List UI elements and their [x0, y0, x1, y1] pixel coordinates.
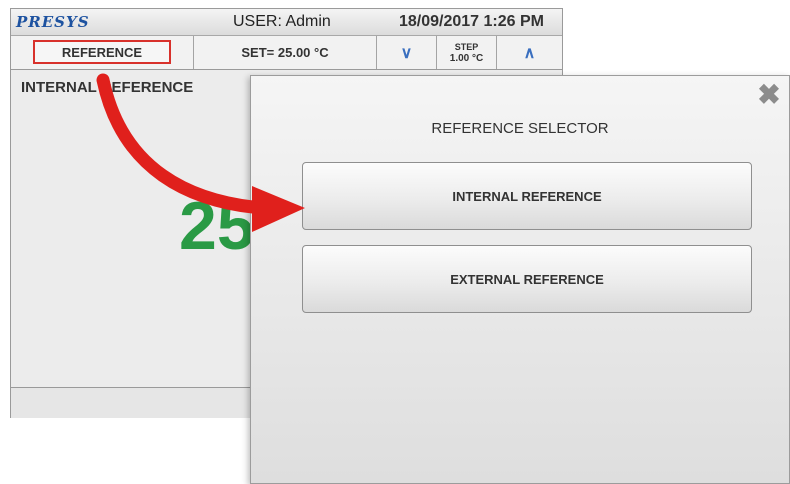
close-icon[interactable]: ✖	[756, 81, 782, 109]
external-reference-button[interactable]: EXTERNAL REFERENCE	[302, 245, 752, 313]
step-value: 1.00 °C	[449, 52, 484, 64]
mode-title: INTERNAL REFERENCE	[21, 79, 194, 96]
setpoint-button[interactable]: SET= 25.00 °C	[194, 36, 377, 69]
reference-selector-dialog: ✖ REFERENCE SELECTOR INTERNAL REFERENCE …	[250, 75, 790, 484]
dialog-title: REFERENCE SELECTOR	[431, 120, 609, 137]
status-bar: PRESYS USER: Admin 18/09/2017 1:26 PM	[11, 9, 562, 36]
reference-button[interactable]: REFERENCE	[33, 40, 171, 64]
step-button[interactable]: STEP 1.00 °C	[437, 36, 497, 69]
step-label: STEP	[454, 41, 479, 52]
setpoint-label: SET= 25.00 °C	[241, 45, 329, 60]
chevron-up-icon: ∧	[523, 44, 536, 62]
presys-logo: PRESYS	[16, 13, 90, 31]
internal-reference-button[interactable]: INTERNAL REFERENCE	[302, 162, 752, 230]
date-time: 18/09/2017 1:26 PM	[399, 13, 544, 30]
increase-button[interactable]: ∧	[497, 36, 562, 69]
decrease-button[interactable]: ∨	[377, 36, 437, 69]
value-display: 25	[179, 188, 255, 264]
user-label: USER: Admin	[233, 13, 331, 30]
chevron-down-icon: ∨	[400, 44, 413, 62]
toolbar: REFERENCE SET= 25.00 °C ∨ STEP 1.00 °C ∧	[11, 36, 562, 70]
reference-cell: REFERENCE	[11, 36, 194, 69]
